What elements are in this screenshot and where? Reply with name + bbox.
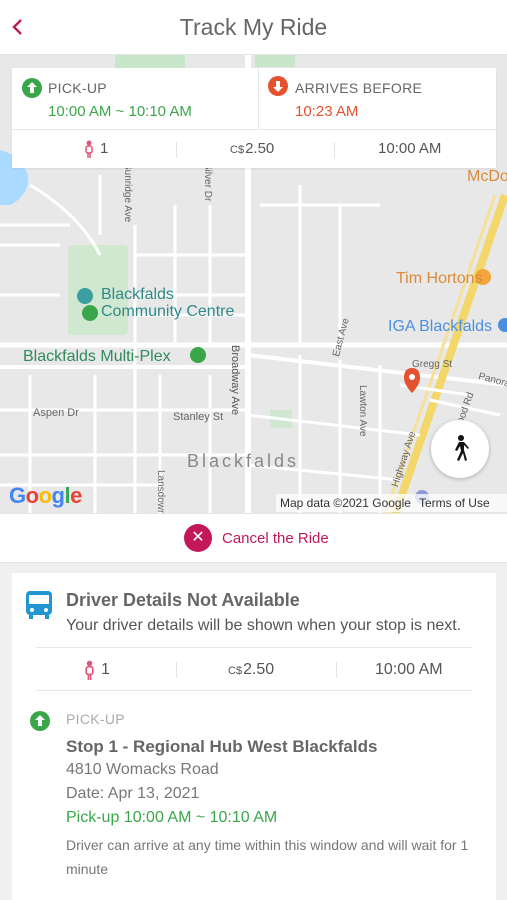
cancel-bar: ✕ Cancel the Ride xyxy=(0,513,507,563)
stop-address: 4810 Womacks Road xyxy=(66,761,219,778)
trip-stats-row: 1 C$2.50 10:00 AM xyxy=(12,130,496,168)
map-label-lawton: Lawton Ave xyxy=(357,385,368,437)
walking-person-icon xyxy=(455,435,469,461)
map-label-broadway: Broadway Ave xyxy=(229,345,241,416)
map-label-aspen: Aspen Dr xyxy=(33,407,79,419)
map-label-tim-hortons: Tim Hortons xyxy=(396,270,483,287)
map-attribution: Map data ©2021 Google Terms of Use xyxy=(276,494,507,512)
ride-time: 10:00 AM xyxy=(375,661,443,678)
stop-date: Date: Apr 13, 2021 xyxy=(66,785,200,802)
map-label-community-1: Blackfalds xyxy=(101,286,174,303)
map-label-community-2: Community Centre xyxy=(101,303,235,320)
bus-icon xyxy=(26,591,52,619)
driver-title: Driver Details Not Available xyxy=(66,590,300,610)
pickup-label: PICK-UP xyxy=(48,80,107,96)
divider xyxy=(258,68,259,130)
map-label-multiplex: Blackfalds Multi-Plex xyxy=(23,348,171,365)
person-icon xyxy=(85,140,93,159)
stop-note: Driver can arrive at any time within thi… xyxy=(66,837,469,877)
page-title: Track My Ride xyxy=(179,14,328,40)
cancel-ride-label: Cancel the Ride xyxy=(222,530,329,547)
separator xyxy=(176,142,177,158)
stop-pickup-window: Pick-up 10:00 AM ~ 10:10 AM xyxy=(66,809,278,826)
driver-subtitle: Your driver details will be shown when y… xyxy=(66,617,462,634)
terms-of-use-link[interactable]: Terms of Use xyxy=(419,496,490,510)
map-label-town: Blackfalds xyxy=(187,451,300,471)
map-label-iga: IGA Blackfalds xyxy=(388,318,493,335)
fare: C$2.50 xyxy=(228,648,274,692)
map-label-mcdo: McDo xyxy=(467,168,507,185)
map-label-stanley: Stanley St xyxy=(173,411,224,423)
separator xyxy=(176,662,177,678)
arrives-down-arrow-icon xyxy=(268,76,288,96)
trip-times-row: PICK-UP 10:00 AM ~ 10:10 AM ARRIVES BEFO… xyxy=(12,68,496,130)
passenger-count: 1 xyxy=(84,648,110,692)
arrives-before-label: ARRIVES BEFORE xyxy=(295,80,423,96)
trip-time: 10:00 AM xyxy=(378,140,442,157)
map-label-gregg: Gregg St xyxy=(412,359,453,370)
ride-stats-row: 1 C$2.50 10:00 AM xyxy=(36,647,472,691)
currency: C$ xyxy=(228,665,243,677)
map-label-lansdowne: Lansdowne Ave xyxy=(155,470,166,515)
trip-summary-card: PICK-UP 10:00 AM ~ 10:10 AM ARRIVES BEFO… xyxy=(12,68,496,168)
stop-pickup-label: PICK-UP xyxy=(66,711,125,727)
pickup-up-arrow-icon xyxy=(22,78,42,98)
arrives-before-time: 10:23 AM xyxy=(295,103,359,120)
fare-value: 2.50 xyxy=(245,140,275,157)
pickup-window: 10:00 AM ~ 10:10 AM xyxy=(48,103,192,120)
pickup-up-arrow-icon xyxy=(30,711,50,731)
separator xyxy=(334,142,335,158)
ride-details-card: Driver Details Not Available Your driver… xyxy=(12,573,496,900)
stop-name: Stop 1 - Regional Hub West Blackfalds xyxy=(66,737,378,756)
separator xyxy=(336,662,337,678)
currency: C$ xyxy=(230,144,245,156)
walk-directions-button[interactable] xyxy=(431,420,489,478)
fare: C$2.50 xyxy=(230,130,274,168)
map-label-sunridge: Sunridge Ave xyxy=(122,163,133,223)
map-data-text: Map data ©2021 Google xyxy=(280,496,411,510)
person-icon xyxy=(85,660,94,680)
passenger-count: 1 xyxy=(84,130,108,168)
passenger-count-value: 1 xyxy=(100,140,109,157)
fare-value: 2.50 xyxy=(243,661,275,678)
passenger-count-value: 1 xyxy=(101,661,110,678)
google-logo: Google xyxy=(9,483,82,508)
app-header: Track My Ride xyxy=(0,0,507,55)
map-label-silver: Silver Dr xyxy=(202,163,213,202)
close-icon: ✕ xyxy=(184,524,212,552)
